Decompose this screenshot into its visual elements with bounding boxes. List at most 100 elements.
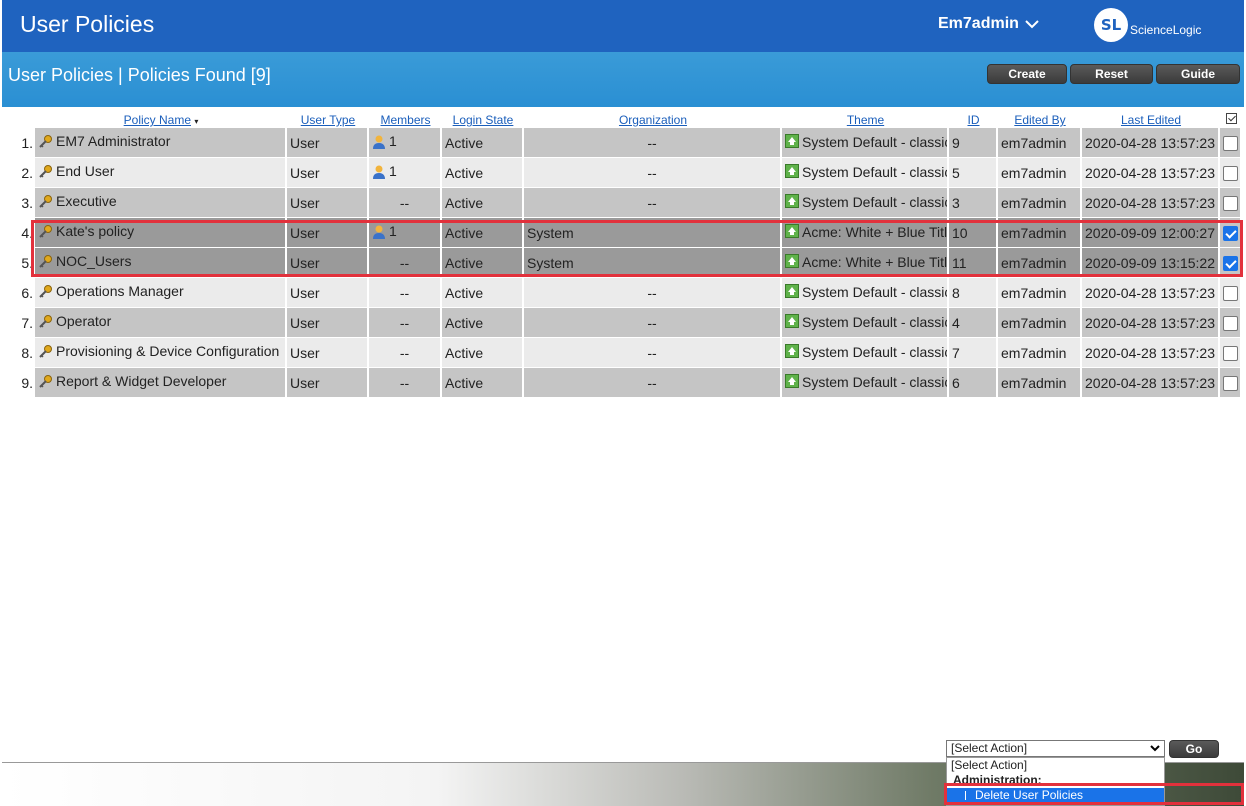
table-row[interactable]: 1. EM7 Administrator User 1 Active -- System D…	[2, 128, 1242, 158]
row-number: 9.	[2, 368, 35, 398]
create-button[interactable]: Create	[987, 64, 1067, 84]
policy-name-cell[interactable]: Executive	[35, 188, 287, 218]
policy-name[interactable]: EM7 Administrator	[56, 133, 170, 149]
key-icon[interactable]	[38, 344, 53, 362]
row-checkbox[interactable]	[1223, 345, 1238, 361]
table-row[interactable]: 7. Operator User -- Active -- System Default -…	[2, 308, 1242, 338]
login-state-cell: Active	[442, 368, 524, 398]
table-header: Policy Name ▾ User Type Members Login St…	[2, 112, 1242, 128]
edited-by-cell: em7admin	[998, 188, 1082, 218]
select-action-dropdown[interactable]: [Select Action]	[946, 740, 1165, 757]
column-header-edited-by[interactable]: Edited By	[998, 112, 1082, 128]
row-checkbox-cell[interactable]	[1220, 218, 1242, 248]
key-icon[interactable]	[38, 134, 53, 152]
reset-button[interactable]: Reset	[1070, 64, 1153, 84]
theme-icon[interactable]	[785, 284, 799, 301]
row-checkbox[interactable]	[1223, 135, 1238, 151]
row-number: 6.	[2, 278, 35, 308]
column-header-last-edited[interactable]: Last Edited	[1082, 112, 1220, 128]
user-menu[interactable]: Em7admin	[938, 15, 1039, 33]
column-header-members[interactable]: Members	[369, 112, 442, 128]
row-checkbox-cell[interactable]	[1220, 128, 1242, 158]
theme-icon[interactable]	[785, 134, 799, 151]
row-checkbox[interactable]	[1223, 255, 1238, 271]
key-icon[interactable]	[38, 374, 53, 392]
column-header-user-type[interactable]: User Type	[287, 112, 369, 128]
table-row[interactable]: 3. Executive User -- Active -- System Default …	[2, 188, 1242, 218]
row-checkbox[interactable]	[1223, 375, 1238, 391]
row-checkbox-cell[interactable]	[1220, 308, 1242, 338]
key-icon[interactable]	[38, 194, 53, 212]
go-button[interactable]: Go	[1169, 740, 1219, 758]
guide-button[interactable]: Guide	[1156, 64, 1240, 84]
row-checkbox-cell[interactable]	[1220, 248, 1242, 278]
policy-name-cell[interactable]: End User	[35, 158, 287, 188]
theme-icon[interactable]	[785, 254, 799, 271]
policy-name-cell[interactable]: Kate's policy	[35, 218, 287, 248]
table-row[interactable]: 4. Kate's policy User 1 Active System Acme: Wh…	[2, 218, 1242, 248]
row-checkbox[interactable]	[1223, 165, 1238, 181]
policy-name-cell[interactable]: Report & Widget Developer	[35, 368, 287, 398]
theme-icon[interactable]	[785, 344, 799, 361]
row-checkbox-cell[interactable]	[1220, 278, 1242, 308]
dropdown-option-select-action[interactable]: [Select Action]	[947, 758, 1164, 773]
row-checkbox-cell[interactable]	[1220, 188, 1242, 218]
theme-icon[interactable]	[785, 224, 799, 241]
policy-name[interactable]: Executive	[56, 193, 117, 209]
policy-name-cell[interactable]: EM7 Administrator	[35, 128, 287, 158]
theme-icon[interactable]	[785, 374, 799, 391]
dropdown-option-delete-user-policies[interactable]: Delete User Policies	[947, 788, 1164, 803]
select-all-checkbox[interactable]	[1220, 112, 1242, 128]
organization-cell: --	[524, 158, 782, 188]
policy-name[interactable]: Operations Manager	[56, 283, 184, 299]
table-row[interactable]: 9. Report & Widget Developer User -- Active -…	[2, 368, 1242, 398]
policies-table: Policy Name ▾ User Type Members Login St…	[2, 112, 1242, 398]
row-checkbox[interactable]	[1223, 195, 1238, 211]
theme-icon[interactable]	[785, 164, 799, 181]
column-header-theme[interactable]: Theme	[782, 112, 949, 128]
policy-name[interactable]: Kate's policy	[56, 223, 134, 239]
policy-name[interactable]: NOC_Users	[56, 253, 131, 269]
sciencelogic-logo: SL ScienceLogic	[1094, 8, 1201, 42]
login-state-cell: Active	[442, 158, 524, 188]
id-cell: 3	[949, 188, 998, 218]
user-icon	[372, 224, 386, 242]
key-icon[interactable]	[38, 224, 53, 242]
theme-cell: System Default - classic	[782, 158, 949, 188]
app-title: User Policies	[20, 11, 155, 37]
policy-name-cell[interactable]: Provisioning & Device Configuration	[35, 338, 287, 368]
theme-icon[interactable]	[785, 314, 799, 331]
table-row[interactable]: 8. Provisioning & Device Configuration Use…	[2, 338, 1242, 368]
row-number: 7.	[2, 308, 35, 338]
column-header-policy-name[interactable]: Policy Name ▾	[35, 112, 287, 128]
policy-name[interactable]: Report & Widget Developer	[56, 373, 226, 389]
policy-name-cell[interactable]: Operator	[35, 308, 287, 338]
key-icon[interactable]	[38, 284, 53, 302]
table-row[interactable]: 2. End User User 1 Active -- System Default - …	[2, 158, 1242, 188]
row-checkbox-cell[interactable]	[1220, 158, 1242, 188]
last-edited-cell: 2020-09-09 13:15:22	[1082, 248, 1220, 278]
policy-name-cell[interactable]: Operations Manager	[35, 278, 287, 308]
organization-cell: System	[524, 248, 782, 278]
row-checkbox[interactable]	[1223, 315, 1238, 331]
row-checkbox[interactable]	[1223, 285, 1238, 301]
user-type-cell: User	[287, 248, 369, 278]
theme-icon[interactable]	[785, 194, 799, 211]
row-checkbox[interactable]	[1223, 225, 1238, 241]
column-header-organization[interactable]: Organization	[524, 112, 782, 128]
id-cell: 8	[949, 278, 998, 308]
column-header-id[interactable]: ID	[949, 112, 998, 128]
column-header-login-state[interactable]: Login State	[442, 112, 524, 128]
key-icon[interactable]	[38, 314, 53, 332]
policy-name[interactable]: Operator	[56, 313, 111, 329]
table-row[interactable]: 6. Operations Manager User -- Active -- System…	[2, 278, 1242, 308]
table-row[interactable]: 5. NOC_Users User -- Active System Acme: White…	[2, 248, 1242, 278]
key-icon[interactable]	[38, 164, 53, 182]
row-checkbox-cell[interactable]	[1220, 338, 1242, 368]
policy-name[interactable]: End User	[56, 163, 114, 179]
policy-name[interactable]: Provisioning & Device Configuration	[56, 343, 279, 359]
policy-name-cell[interactable]: NOC_Users	[35, 248, 287, 278]
key-icon[interactable]	[38, 254, 53, 272]
row-checkbox-cell[interactable]	[1220, 368, 1242, 398]
edited-by-cell: em7admin	[998, 338, 1082, 368]
